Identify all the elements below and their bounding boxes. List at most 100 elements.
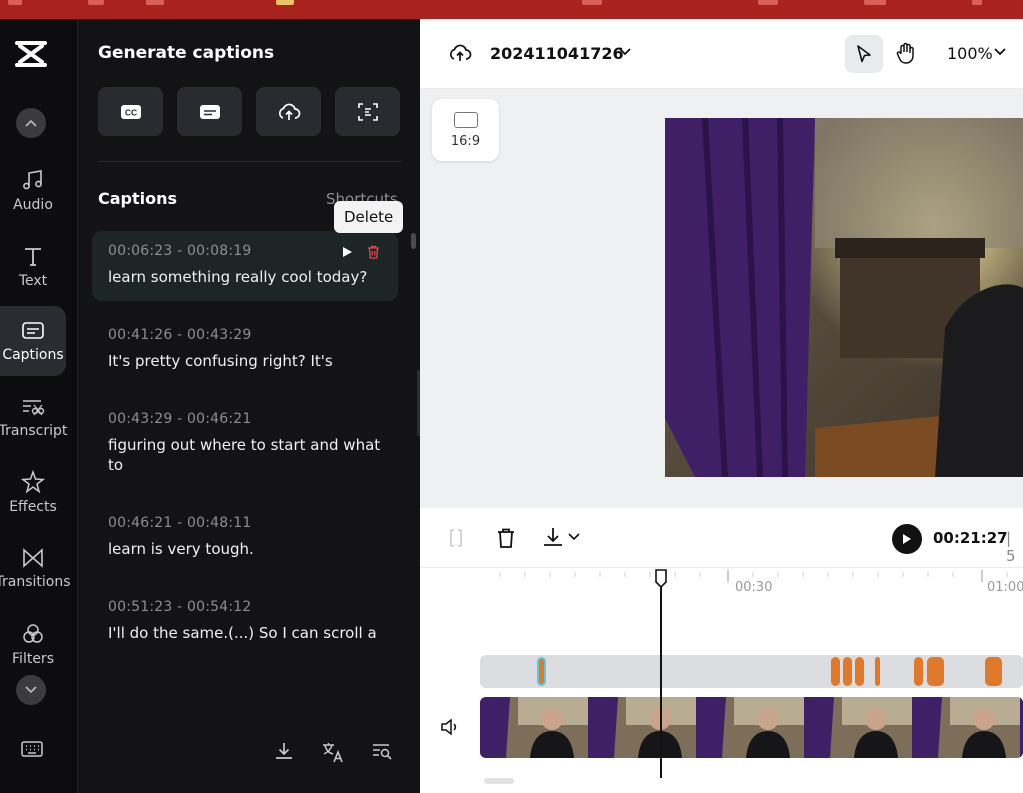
sidebar-item-captions[interactable]: Captions <box>0 306 66 376</box>
video-preview[interactable] <box>665 118 1023 477</box>
captions-section-title: Captions <box>98 189 178 208</box>
caption-text[interactable]: It's pretty confusing right? It's <box>108 351 382 371</box>
caption-clip[interactable] <box>843 657 852 686</box>
trash-icon[interactable] <box>367 245 380 259</box>
video-thumbnail <box>588 697 696 758</box>
chevron-down-icon <box>25 686 37 694</box>
caption-time-range[interactable]: 00:41:26 - 00:43:29 <box>108 327 382 343</box>
caption-clip[interactable] <box>875 657 880 686</box>
panel-title: Generate captions <box>98 43 275 63</box>
scroll-up-button[interactable] <box>16 108 46 138</box>
scan-captions-button[interactable] <box>335 87 400 136</box>
cursor-icon <box>857 45 871 63</box>
download-icon[interactable] <box>542 526 564 548</box>
caption-item[interactable]: 00:51:23 - 00:54:12 I'll do the same.(..… <box>92 587 398 657</box>
play-icon <box>903 534 911 544</box>
captions-icon <box>22 321 44 339</box>
volume-icon[interactable] <box>440 718 460 736</box>
caption-time-range[interactable]: 00:46:21 - 00:48:11 <box>108 515 382 531</box>
zoom-level[interactable]: 100% <box>947 44 993 63</box>
scroll-down-button[interactable] <box>16 675 46 705</box>
preview-canvas: 16:9 <box>420 89 1023 508</box>
download-icon[interactable] <box>274 741 294 761</box>
caption-text[interactable]: I'll do the same.(...) So I can scroll a <box>108 623 382 643</box>
captions-panel: Generate captions CC Captions Shortcuts … <box>78 19 420 793</box>
aspect-ratio-label: 16:9 <box>450 133 481 149</box>
aspect-ratio-button[interactable]: 16:9 <box>432 99 499 161</box>
caption-generation-tools: CC <box>98 87 400 136</box>
search-captions-icon[interactable] <box>371 741 393 761</box>
captions-scrollbar[interactable] <box>411 233 416 249</box>
sidebar-item-text[interactable]: Text <box>0 231 66 301</box>
caption-item[interactable]: 00:46:21 - 00:48:11 learn is very tough. <box>92 503 398 573</box>
keyboard-icon <box>21 741 43 757</box>
play-icon[interactable] <box>342 246 353 258</box>
chevron-down-icon[interactable] <box>568 532 580 542</box>
filters-icon <box>23 623 43 643</box>
upload-captions-button[interactable] <box>256 87 321 136</box>
editor-topbar: 202411041726 100% <box>420 19 1023 89</box>
project-name[interactable]: 202411041726 <box>490 44 624 63</box>
sidebar-item-transcript[interactable]: Transcript <box>0 382 67 452</box>
capcut-logo-icon[interactable] <box>14 39 48 69</box>
os-strip-mark <box>8 0 22 5</box>
play-button[interactable] <box>892 524 922 554</box>
hand-tool-icon[interactable] <box>894 41 918 65</box>
caption-item[interactable]: 00:06:23 - 00:08:19 learn something real… <box>92 231 398 301</box>
total-duration: | 5 <box>1006 529 1016 565</box>
scan-text-icon <box>357 102 378 121</box>
cloud-upload-icon <box>278 103 300 120</box>
caption-clip-selected[interactable] <box>537 657 546 686</box>
translate-icon[interactable] <box>321 741 345 763</box>
effects-icon <box>21 469 45 493</box>
keyboard-shortcuts-button[interactable] <box>20 739 44 763</box>
caption-text[interactable]: figuring out where to start and what to <box>108 435 382 475</box>
music-note-icon <box>23 169 42 189</box>
split-icon[interactable] <box>448 528 464 548</box>
caption-clip[interactable] <box>831 657 840 686</box>
sidebar-item-effects[interactable]: Effects <box>0 457 66 527</box>
chevron-down-icon[interactable] <box>618 45 632 59</box>
ruler-label: 00:30 <box>735 580 773 595</box>
subtitles-icon <box>199 104 220 119</box>
sidebar-item-audio[interactable]: Audio <box>0 155 66 225</box>
sidebar-item-transitions[interactable]: Transitions <box>0 533 71 603</box>
caption-time-range[interactable]: 00:51:23 - 00:54:12 <box>108 599 382 615</box>
caption-actions <box>342 245 380 259</box>
transcript-icon <box>23 399 45 415</box>
timeline-toolbar: 00:21:27 | 5 <box>420 508 1023 568</box>
os-strip-mark <box>276 0 294 5</box>
panel-footer <box>78 709 420 793</box>
caption-text[interactable]: learn something really cool today? <box>108 267 382 287</box>
sidebar-item-filters[interactable]: Filters <box>0 609 66 679</box>
caption-item[interactable]: 00:43:29 - 00:46:21 figuring out where t… <box>92 399 398 489</box>
captions-list: 00:06:23 - 00:08:19 learn something real… <box>92 231 398 671</box>
auto-captions-button[interactable]: CC <box>98 87 163 136</box>
os-strip-mark <box>146 0 164 5</box>
delete-tooltip: Delete <box>334 201 404 233</box>
caption-clip[interactable] <box>855 657 864 686</box>
video-thumbnail <box>912 697 1020 758</box>
caption-time-range[interactable]: 00:43:29 - 00:46:21 <box>108 411 382 427</box>
os-strip-mark <box>972 0 982 5</box>
caption-track[interactable] <box>480 655 1023 688</box>
left-nav-rail: Audio Text Captions Transcript Effects T… <box>0 19 78 793</box>
chevron-down-icon[interactable] <box>994 47 1006 57</box>
video-track[interactable] <box>480 697 1023 758</box>
cloud-sync-icon[interactable] <box>448 42 472 64</box>
ruler-label: 01:00 <box>987 580 1023 595</box>
delete-icon[interactable] <box>496 527 516 549</box>
caption-time-range[interactable]: 00:06:23 - 00:08:19 <box>108 243 382 259</box>
timeline-scrollbar[interactable] <box>484 778 514 784</box>
caption-item[interactable]: 00:41:26 - 00:43:29 It's pretty confusin… <box>92 315 398 385</box>
caption-clip[interactable] <box>927 657 944 686</box>
caption-clip[interactable] <box>985 657 1002 686</box>
aspect-ratio-icon <box>453 111 478 128</box>
manual-captions-button[interactable] <box>177 87 242 136</box>
video-frame-image <box>665 118 1023 477</box>
select-tool-button[interactable] <box>845 35 883 73</box>
sidebar-item-label: Transitions <box>0 573 71 590</box>
playhead[interactable] <box>654 568 668 778</box>
caption-text[interactable]: learn is very tough. <box>108 539 382 559</box>
caption-clip[interactable] <box>914 657 923 686</box>
